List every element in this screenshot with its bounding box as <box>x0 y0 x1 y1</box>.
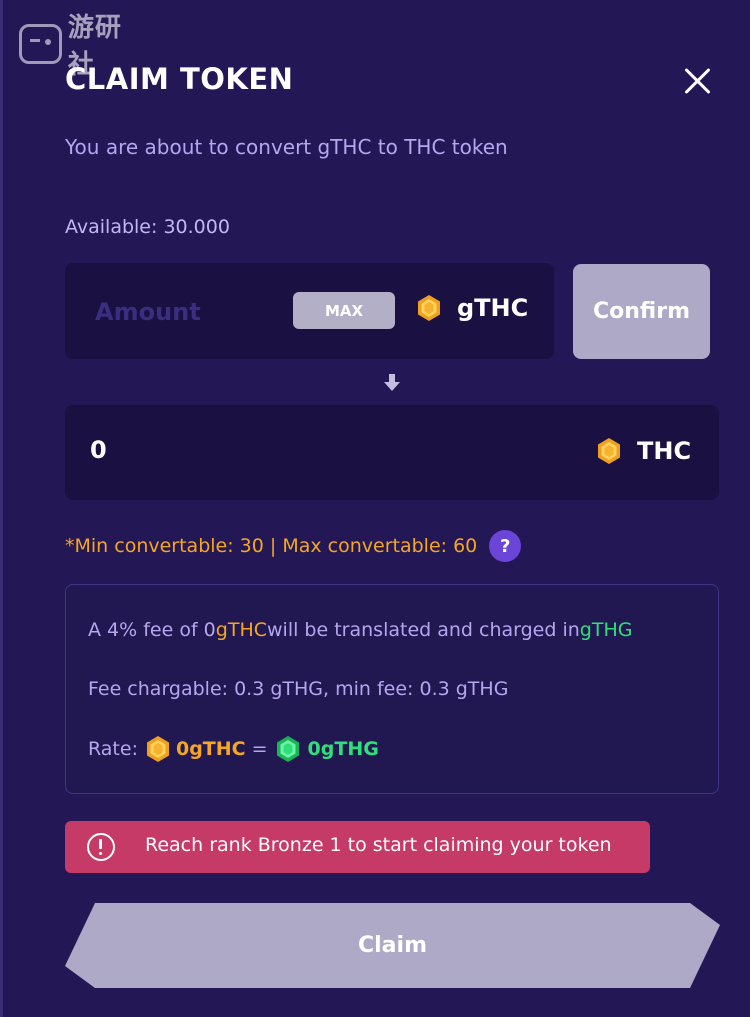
output-field-container: 0 THC <box>65 405 719 500</box>
help-icon[interactable]: ? <box>489 530 522 562</box>
fee-line: A 4% fee of 0 gTHC will be translated an… <box>88 619 632 641</box>
rate-equals: = <box>251 738 268 760</box>
available-label: Available: <box>65 216 158 238</box>
amount-input[interactable] <box>93 291 277 333</box>
fee-token-gthc: gTHC <box>215 619 268 641</box>
claim-button-label: Claim <box>358 933 427 958</box>
rank-warning-banner: Reach rank Bronze 1 to start claiming yo… <box>65 821 650 873</box>
gamepad-logo-icon <box>19 24 62 64</box>
gthc-coin-icon <box>415 294 443 322</box>
fee-info-box: A 4% fee of 0 gTHC will be translated an… <box>65 584 719 794</box>
token-thc: THC <box>595 437 691 465</box>
rate-left-value: 0gTHC <box>175 738 246 760</box>
available-balance: Available: 30.000 <box>65 216 230 238</box>
fee-middle: will be translated and charged in <box>267 619 580 641</box>
confirm-button[interactable]: Confirm <box>573 264 710 359</box>
token-gthc: gTHC <box>415 294 528 322</box>
max-button[interactable]: MAX <box>293 292 395 329</box>
arrow-down-icon <box>384 374 400 392</box>
rate-label: Rate: <box>88 738 138 760</box>
amount-field-container: MAX gTHC <box>65 263 554 359</box>
modal-subtitle: You are about to convert gTHC to THC tok… <box>65 135 508 159</box>
limits-text: *Min convertable: 30 | Max convertable: … <box>65 535 478 557</box>
fee-chargable-line: Fee chargable: 0.3 gTHG, min fee: 0.3 gT… <box>88 678 509 700</box>
warning-text: Reach rank Bronze 1 to start claiming yo… <box>145 834 612 856</box>
rate-right-value: 0gTHG <box>307 738 379 760</box>
rate-gthc-coin-icon <box>144 735 172 763</box>
thc-coin-icon <box>595 437 623 465</box>
convertable-limits: *Min convertable: 30 | Max convertable: … <box>65 530 522 562</box>
claim-button[interactable]: Claim <box>65 903 720 988</box>
available-value: 30.000 <box>163 216 230 238</box>
claim-token-modal: 游研社 CLAIM TOKEN You are about to convert… <box>0 0 750 1017</box>
fee-prefix: A 4% fee of 0 <box>88 619 216 641</box>
token-gthc-label: gTHC <box>457 294 529 322</box>
modal-title: CLAIM TOKEN <box>65 62 294 96</box>
rate-gthg-coin-icon <box>274 735 302 763</box>
alert-circle-icon <box>87 833 115 861</box>
fee-token-gthg: gTHG <box>579 619 633 641</box>
output-value: 0 <box>90 436 107 464</box>
rate-line: Rate: 0gTHC = 0gTHG <box>88 735 379 763</box>
close-icon[interactable] <box>681 64 715 98</box>
token-thc-label: THC <box>637 437 692 465</box>
